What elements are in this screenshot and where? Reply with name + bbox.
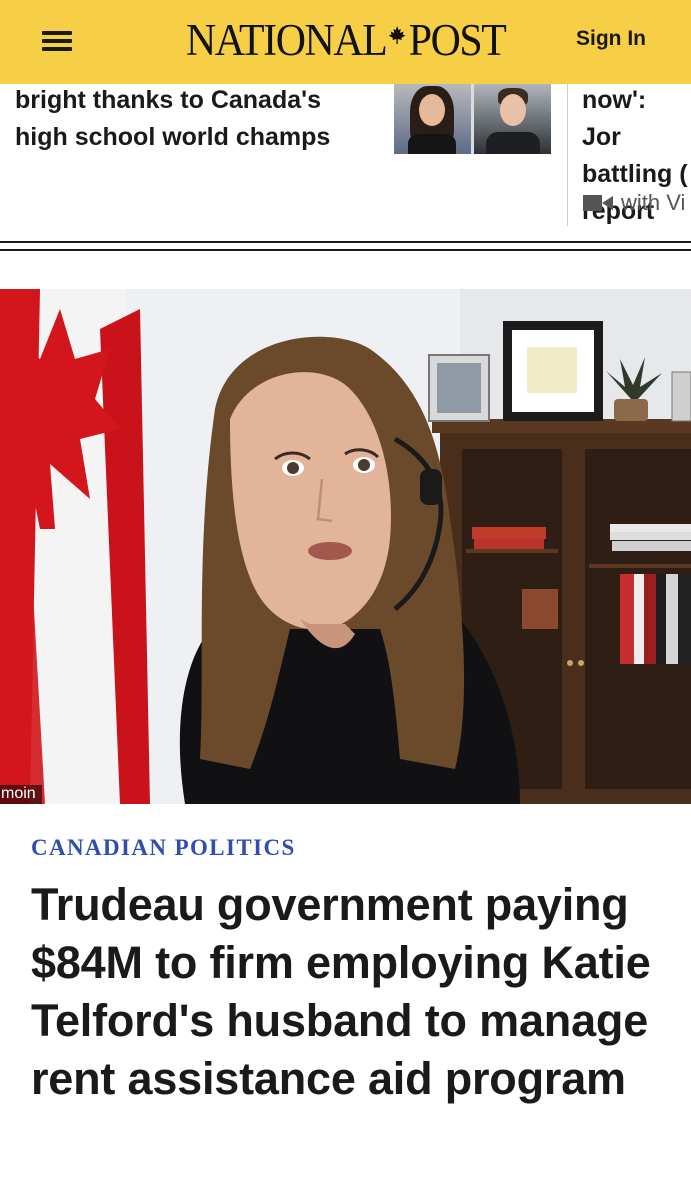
section-divider <box>0 241 691 243</box>
maple-leaf-icon <box>389 26 406 44</box>
logo-text-right: POST <box>408 15 507 65</box>
thumbnail-person-right <box>474 84 551 154</box>
related-story-thumbnail[interactable] <box>394 84 551 154</box>
article-section-link[interactable]: CANADIAN POLITICS <box>31 835 296 861</box>
article-headline: Trudeau government paying $84M to firm e… <box>31 879 651 1104</box>
video-name-tag: moin <box>0 785 42 804</box>
related-stories-strip: bright thanks to Canada's high school wo… <box>0 84 691 234</box>
video-tag-label: with Vi <box>621 190 686 215</box>
hamburger-menu-icon[interactable] <box>42 29 74 55</box>
video-tag[interactable]: with Vi <box>583 190 685 216</box>
related-story-headline[interactable]: bright thanks to Canada's high school wo… <box>15 84 375 156</box>
section-divider <box>0 249 691 251</box>
logo-text-left: NATIONAL <box>186 15 388 65</box>
video-camera-icon <box>583 195 613 211</box>
article-hero-image[interactable]: moin <box>0 289 691 804</box>
site-logo[interactable]: NATIONAL POST <box>186 12 507 68</box>
sign-in-button[interactable]: Sign In <box>576 27 646 51</box>
site-header: NATIONAL POST Sign In <box>0 0 691 84</box>
hero-illustration <box>0 289 691 804</box>
thumbnail-person-left <box>394 84 471 154</box>
column-divider <box>567 84 568 226</box>
canadian-flag <box>0 289 150 804</box>
